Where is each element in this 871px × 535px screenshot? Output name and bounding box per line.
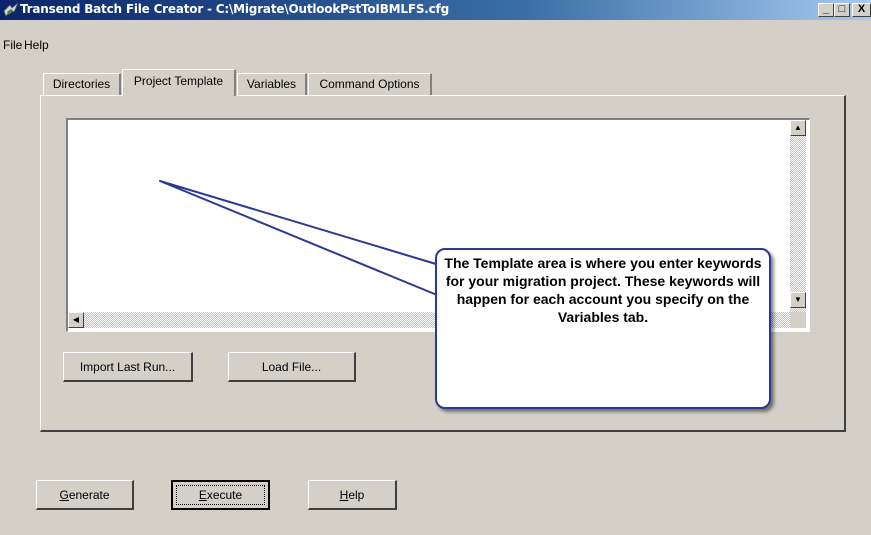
generate-mnemonic: G [59, 488, 69, 502]
help-button[interactable]: Help [308, 480, 397, 510]
minimize-icon: _ [822, 3, 830, 15]
tab-project-template[interactable]: Project Template [122, 69, 236, 96]
scrollbar-corner [790, 312, 806, 328]
menu-help[interactable]: Help [24, 38, 49, 52]
window-title: Transend Batch File Creator - C:\Migrate… [20, 2, 449, 16]
execute-button[interactable]: Execute [171, 480, 270, 510]
menu-file[interactable]: File [3, 38, 22, 52]
callout-text: The Template area is where you enter key… [444, 255, 762, 325]
tab-variables[interactable]: Variables [237, 73, 307, 95]
scroll-up-button[interactable]: ▲ [790, 120, 806, 136]
import-last-run-button[interactable]: Import Last Run... [63, 352, 193, 382]
transend-app-icon [3, 2, 19, 18]
close-button[interactable]: X [852, 3, 871, 17]
tab-directories[interactable]: Directories [43, 73, 121, 95]
generate-label: enerate [68, 488, 110, 502]
tab-command-options[interactable]: Command Options [308, 73, 432, 95]
scroll-left-button[interactable]: ◀ [68, 312, 84, 328]
help-label: elp [348, 488, 365, 502]
scroll-down-button[interactable]: ▼ [790, 292, 806, 308]
scroll-left-icon: ◀ [72, 315, 80, 324]
close-icon: X [857, 3, 866, 15]
maximize-icon: □ [838, 3, 846, 15]
minimize-button[interactable]: _ [818, 3, 834, 17]
maximize-button[interactable]: □ [834, 3, 850, 17]
load-file-button[interactable]: Load File... [228, 352, 356, 382]
execute-label: xecute [206, 488, 243, 502]
generate-button[interactable]: Generate [36, 480, 134, 510]
scroll-down-icon: ▼ [794, 295, 802, 304]
vertical-scrollbar[interactable] [790, 120, 806, 312]
scroll-up-icon: ▲ [794, 123, 802, 132]
execute-mnemonic: E [198, 488, 207, 502]
